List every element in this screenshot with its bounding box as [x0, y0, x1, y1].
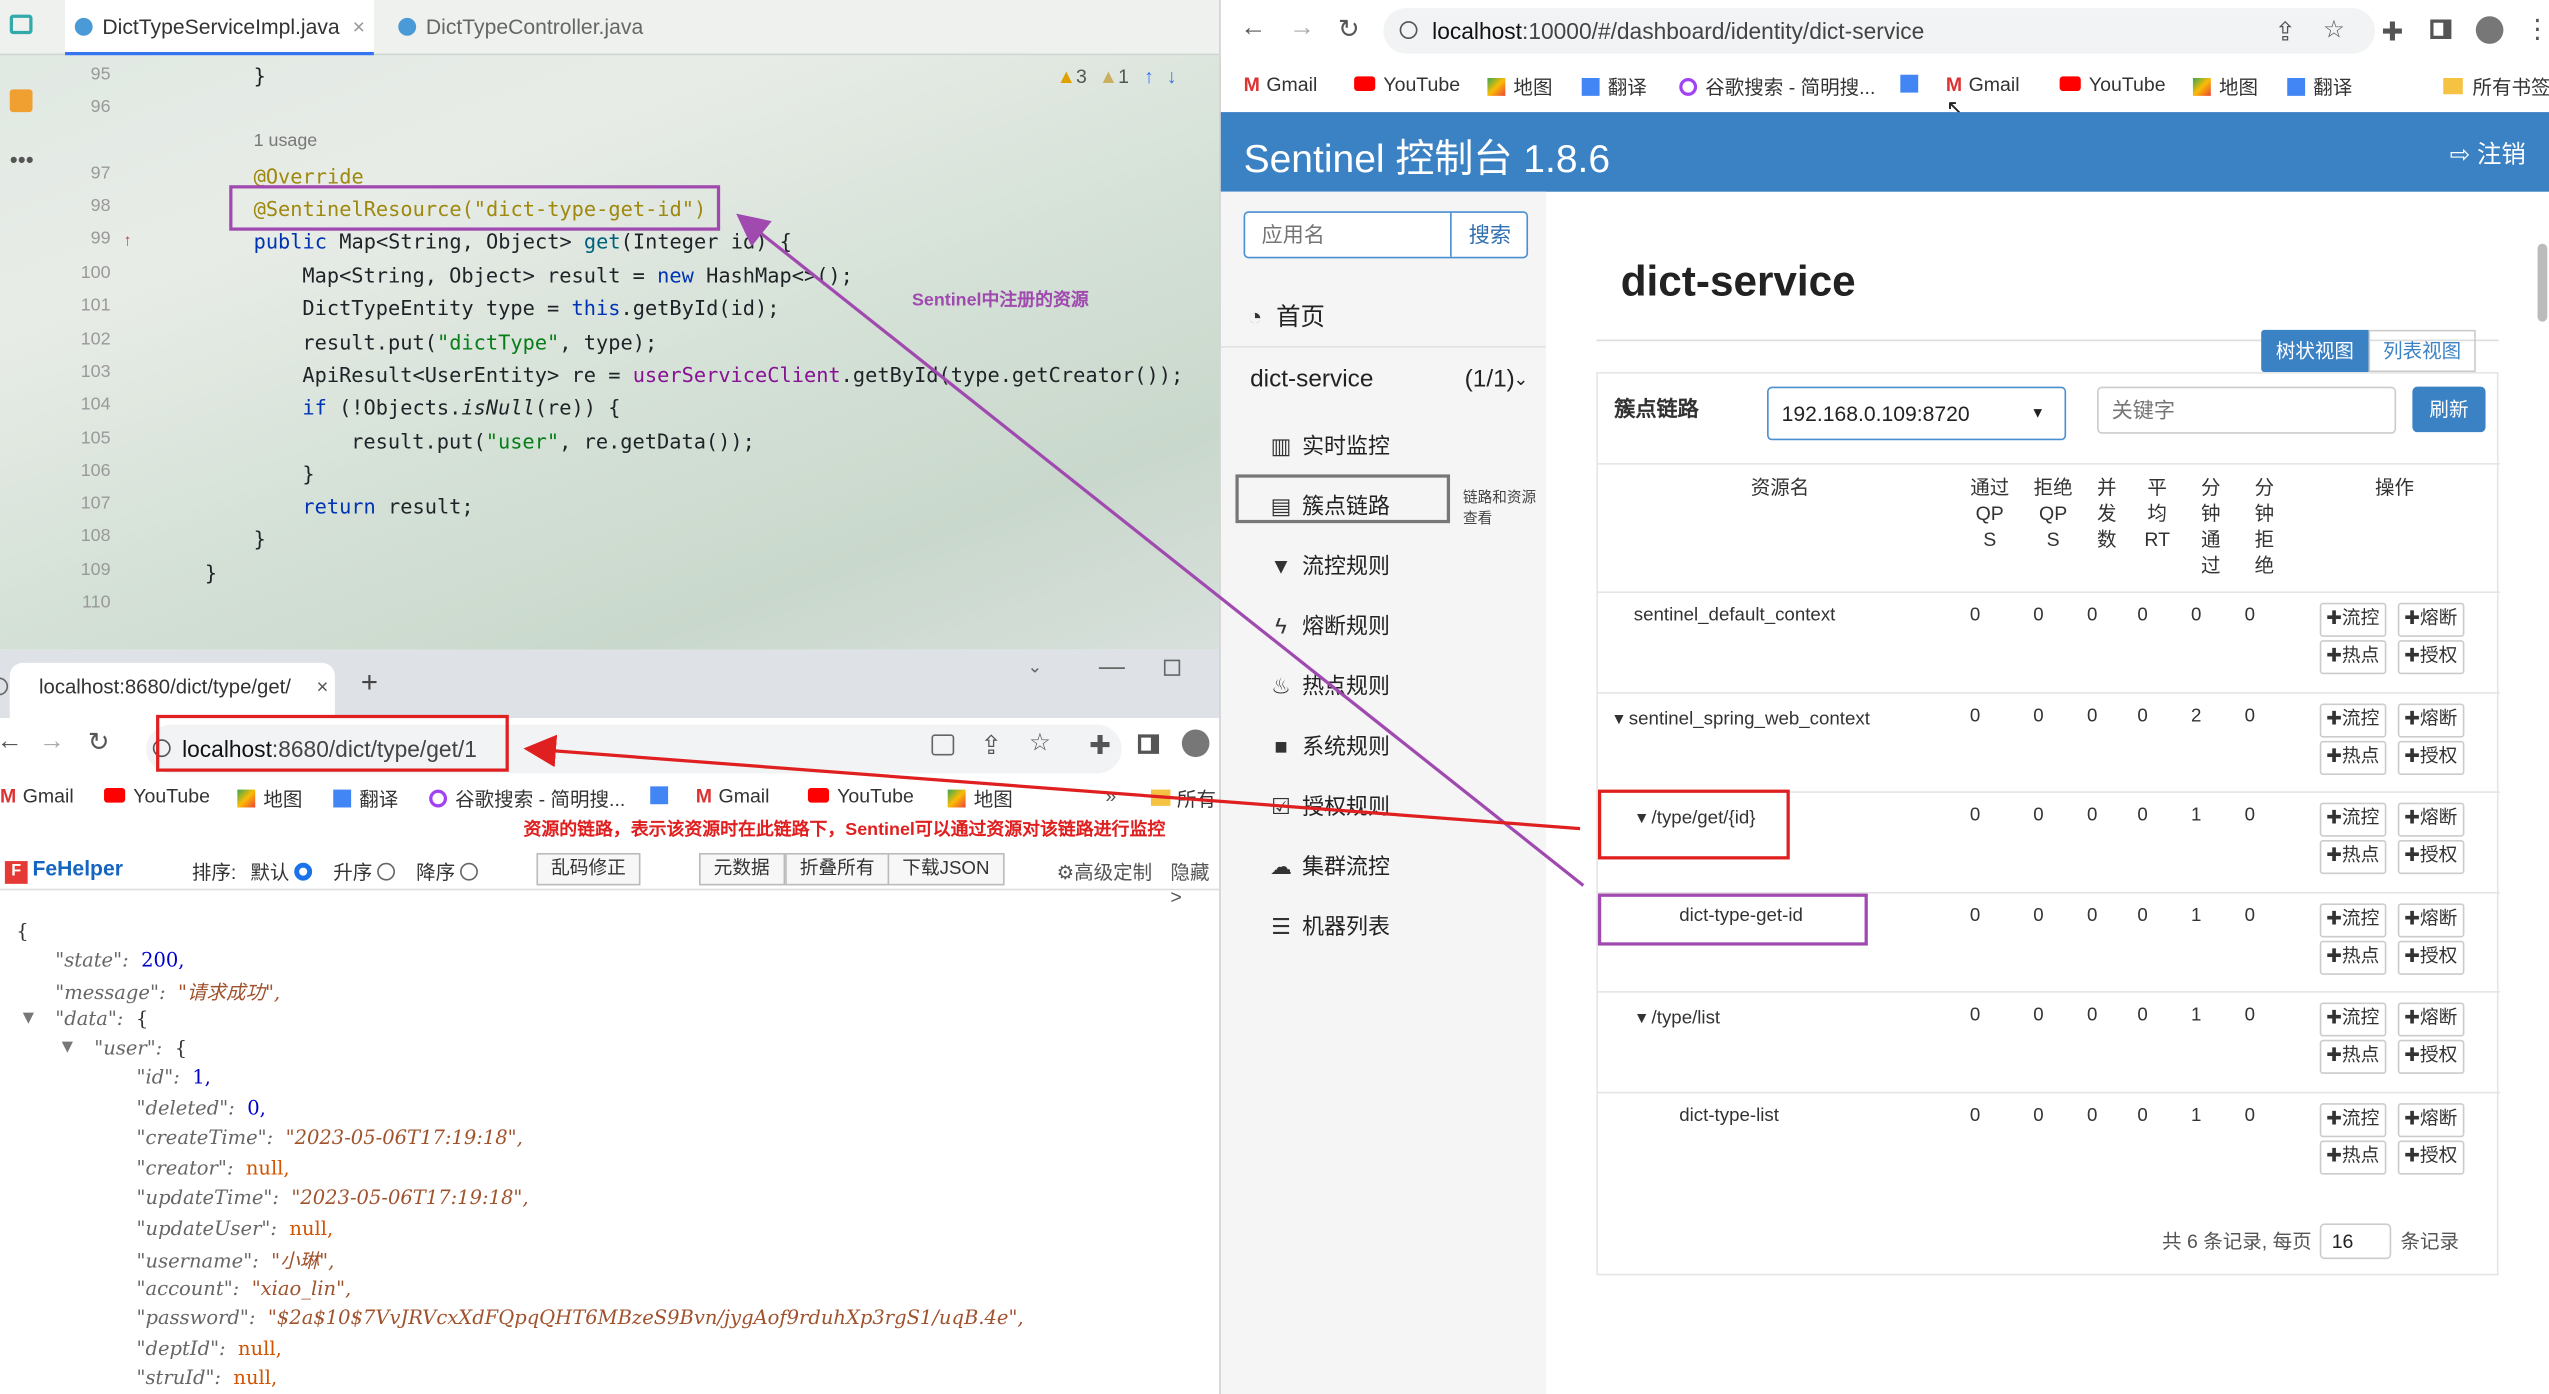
- purple-arrow: [736, 213, 1585, 887]
- red-arrow: [523, 734, 1581, 831]
- annotation-arrows: [523, 213, 1585, 887]
